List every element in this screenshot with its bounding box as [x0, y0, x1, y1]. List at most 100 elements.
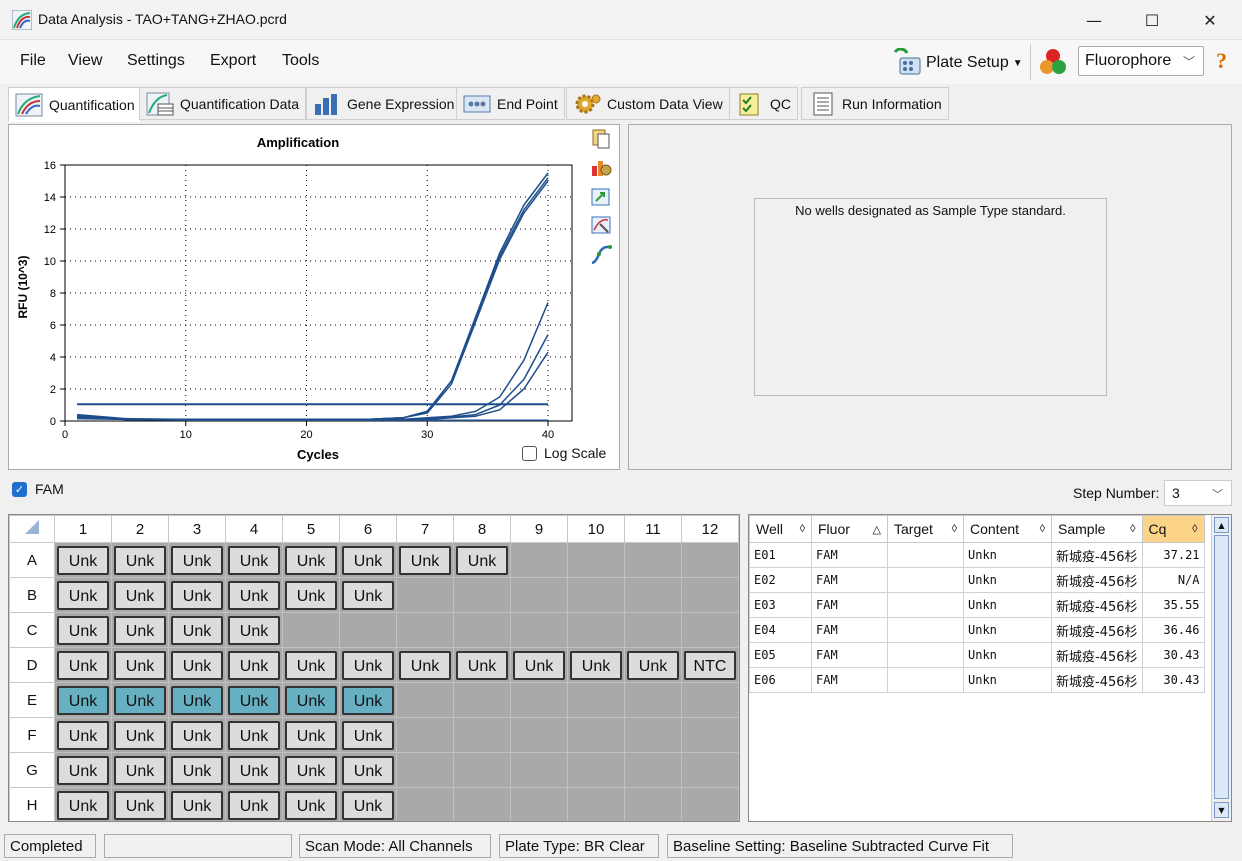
plate-well[interactable] — [453, 717, 511, 753]
plate-well[interactable] — [510, 717, 568, 753]
plate-well[interactable]: Unk — [453, 647, 511, 683]
plate-well[interactable]: Unk — [111, 682, 169, 718]
plate-well[interactable]: Unk — [282, 577, 340, 613]
plate-well[interactable] — [624, 612, 682, 648]
plate-row-header[interactable]: D — [9, 647, 55, 683]
plate-well[interactable] — [453, 577, 511, 613]
table-row[interactable]: E05 FAM Unkn 新城疫-456杉 30.43 — [749, 642, 1205, 668]
plate-well[interactable] — [567, 717, 625, 753]
plate-well[interactable]: Unk — [339, 752, 397, 788]
plate-well[interactable]: Unk — [282, 752, 340, 788]
plate-well[interactable] — [681, 717, 739, 753]
plate-row-header[interactable]: B — [9, 577, 55, 613]
table-row[interactable]: E02 FAM Unkn 新城疫-456杉 N/A — [749, 567, 1205, 593]
plate-well[interactable]: Unk — [111, 787, 169, 821]
plate-well[interactable] — [396, 612, 454, 648]
plate-well[interactable] — [624, 682, 682, 718]
plate-well[interactable] — [624, 752, 682, 788]
plate-well[interactable] — [567, 682, 625, 718]
plate-well[interactable]: Unk — [168, 787, 226, 821]
plate-row-header[interactable]: H — [9, 787, 55, 821]
plate-well[interactable]: Unk — [339, 787, 397, 821]
plate-well[interactable] — [681, 612, 739, 648]
plate-well[interactable] — [681, 577, 739, 613]
plate-well[interactable]: Unk — [282, 787, 340, 821]
plate-well[interactable] — [510, 787, 568, 821]
plate-well[interactable]: Unk — [567, 647, 625, 683]
plate-well[interactable]: Unk — [168, 647, 226, 683]
minimize-button[interactable]: — — [1065, 0, 1123, 40]
plate-corner[interactable] — [9, 515, 55, 543]
menu-file[interactable]: File — [20, 52, 46, 70]
scroll-down-icon[interactable]: ▼ — [1214, 802, 1229, 818]
results-column-header[interactable]: Well ◊ — [749, 515, 812, 543]
plate-well[interactable]: Unk — [111, 647, 169, 683]
copy-icon[interactable] — [590, 128, 612, 150]
results-column-header[interactable]: Fluor △ — [811, 515, 888, 543]
plate-well[interactable]: Unk — [396, 542, 454, 578]
plate-well[interactable]: Unk — [339, 577, 397, 613]
plate-well[interactable]: Unk — [282, 542, 340, 578]
plate-well[interactable] — [453, 752, 511, 788]
plate-well[interactable] — [681, 682, 739, 718]
plate-well[interactable]: Unk — [339, 542, 397, 578]
fam-checkbox[interactable]: ✓ — [12, 481, 27, 497]
plate-well[interactable]: Unk — [54, 612, 112, 648]
help-icon[interactable]: ? — [1216, 48, 1227, 74]
plate-well[interactable]: Unk — [225, 542, 283, 578]
plate-well[interactable]: Unk — [111, 717, 169, 753]
plate-well[interactable]: Unk — [339, 647, 397, 683]
plate-well[interactable]: Unk — [54, 647, 112, 683]
plate-well[interactable] — [567, 787, 625, 821]
plate-well[interactable]: Unk — [54, 752, 112, 788]
plate-column-header[interactable]: 6 — [339, 515, 397, 543]
chart-tools-icon[interactable] — [590, 156, 612, 178]
plate-well[interactable]: Unk — [453, 542, 511, 578]
fluorophore-select[interactable]: Fluorophore ﹀ — [1078, 46, 1204, 76]
results-column-header[interactable]: Cq ◊ — [1141, 515, 1205, 543]
tab-run-information[interactable]: Run Information — [801, 87, 949, 120]
plate-well[interactable] — [681, 787, 739, 821]
tab-custom-data-view[interactable]: Custom Data View — [566, 87, 730, 120]
plate-well[interactable]: Unk — [111, 612, 169, 648]
table-row[interactable]: E06 FAM Unkn 新城疫-456杉 30.43 — [749, 667, 1205, 693]
plate-well[interactable]: NTC — [681, 647, 739, 683]
plate-well[interactable]: Unk — [168, 752, 226, 788]
export-icon[interactable] — [590, 186, 612, 208]
plate-well[interactable]: Unk — [111, 542, 169, 578]
plate-column-header[interactable]: 9 — [510, 515, 568, 543]
step-number-select[interactable]: 3 ﹀ — [1164, 480, 1232, 506]
plate-well[interactable] — [567, 577, 625, 613]
plate-column-header[interactable]: 5 — [282, 515, 340, 543]
plate-well[interactable]: Unk — [168, 682, 226, 718]
plate-well[interactable] — [396, 717, 454, 753]
plate-column-header[interactable]: 4 — [225, 515, 283, 543]
plate-well[interactable] — [567, 612, 625, 648]
well-group-icon[interactable] — [1037, 47, 1069, 77]
plate-well[interactable]: Unk — [111, 752, 169, 788]
close-button[interactable]: ✕ — [1181, 0, 1239, 40]
table-row[interactable]: E03 FAM Unkn 新城疫-456杉 35.55 — [749, 592, 1205, 618]
plate-well[interactable] — [510, 577, 568, 613]
menu-tools[interactable]: Tools — [282, 52, 319, 70]
plate-row-header[interactable]: C — [9, 612, 55, 648]
plate-well[interactable]: Unk — [225, 647, 283, 683]
plate-column-header[interactable]: 10 — [567, 515, 625, 543]
plate-row-header[interactable]: A — [9, 542, 55, 578]
plate-well[interactable]: Unk — [282, 647, 340, 683]
plate-well[interactable]: Unk — [54, 787, 112, 821]
plate-well[interactable]: Unk — [225, 717, 283, 753]
log-scale-checkbox[interactable] — [522, 445, 537, 461]
plate-well[interactable]: Unk — [225, 682, 283, 718]
maximize-button[interactable]: ☐ — [1123, 0, 1181, 40]
plate-well[interactable] — [624, 542, 682, 578]
plate-well[interactable]: Unk — [168, 577, 226, 613]
plate-column-header[interactable]: 2 — [111, 515, 169, 543]
tab-qc[interactable]: QC — [729, 87, 798, 120]
tab-end-point[interactable]: End Point — [456, 87, 565, 120]
plate-well[interactable]: Unk — [282, 682, 340, 718]
results-column-header[interactable]: Sample ◊ — [1051, 515, 1143, 543]
plate-column-header[interactable]: 12 — [681, 515, 739, 543]
plate-well[interactable] — [396, 577, 454, 613]
plate-well[interactable] — [453, 682, 511, 718]
